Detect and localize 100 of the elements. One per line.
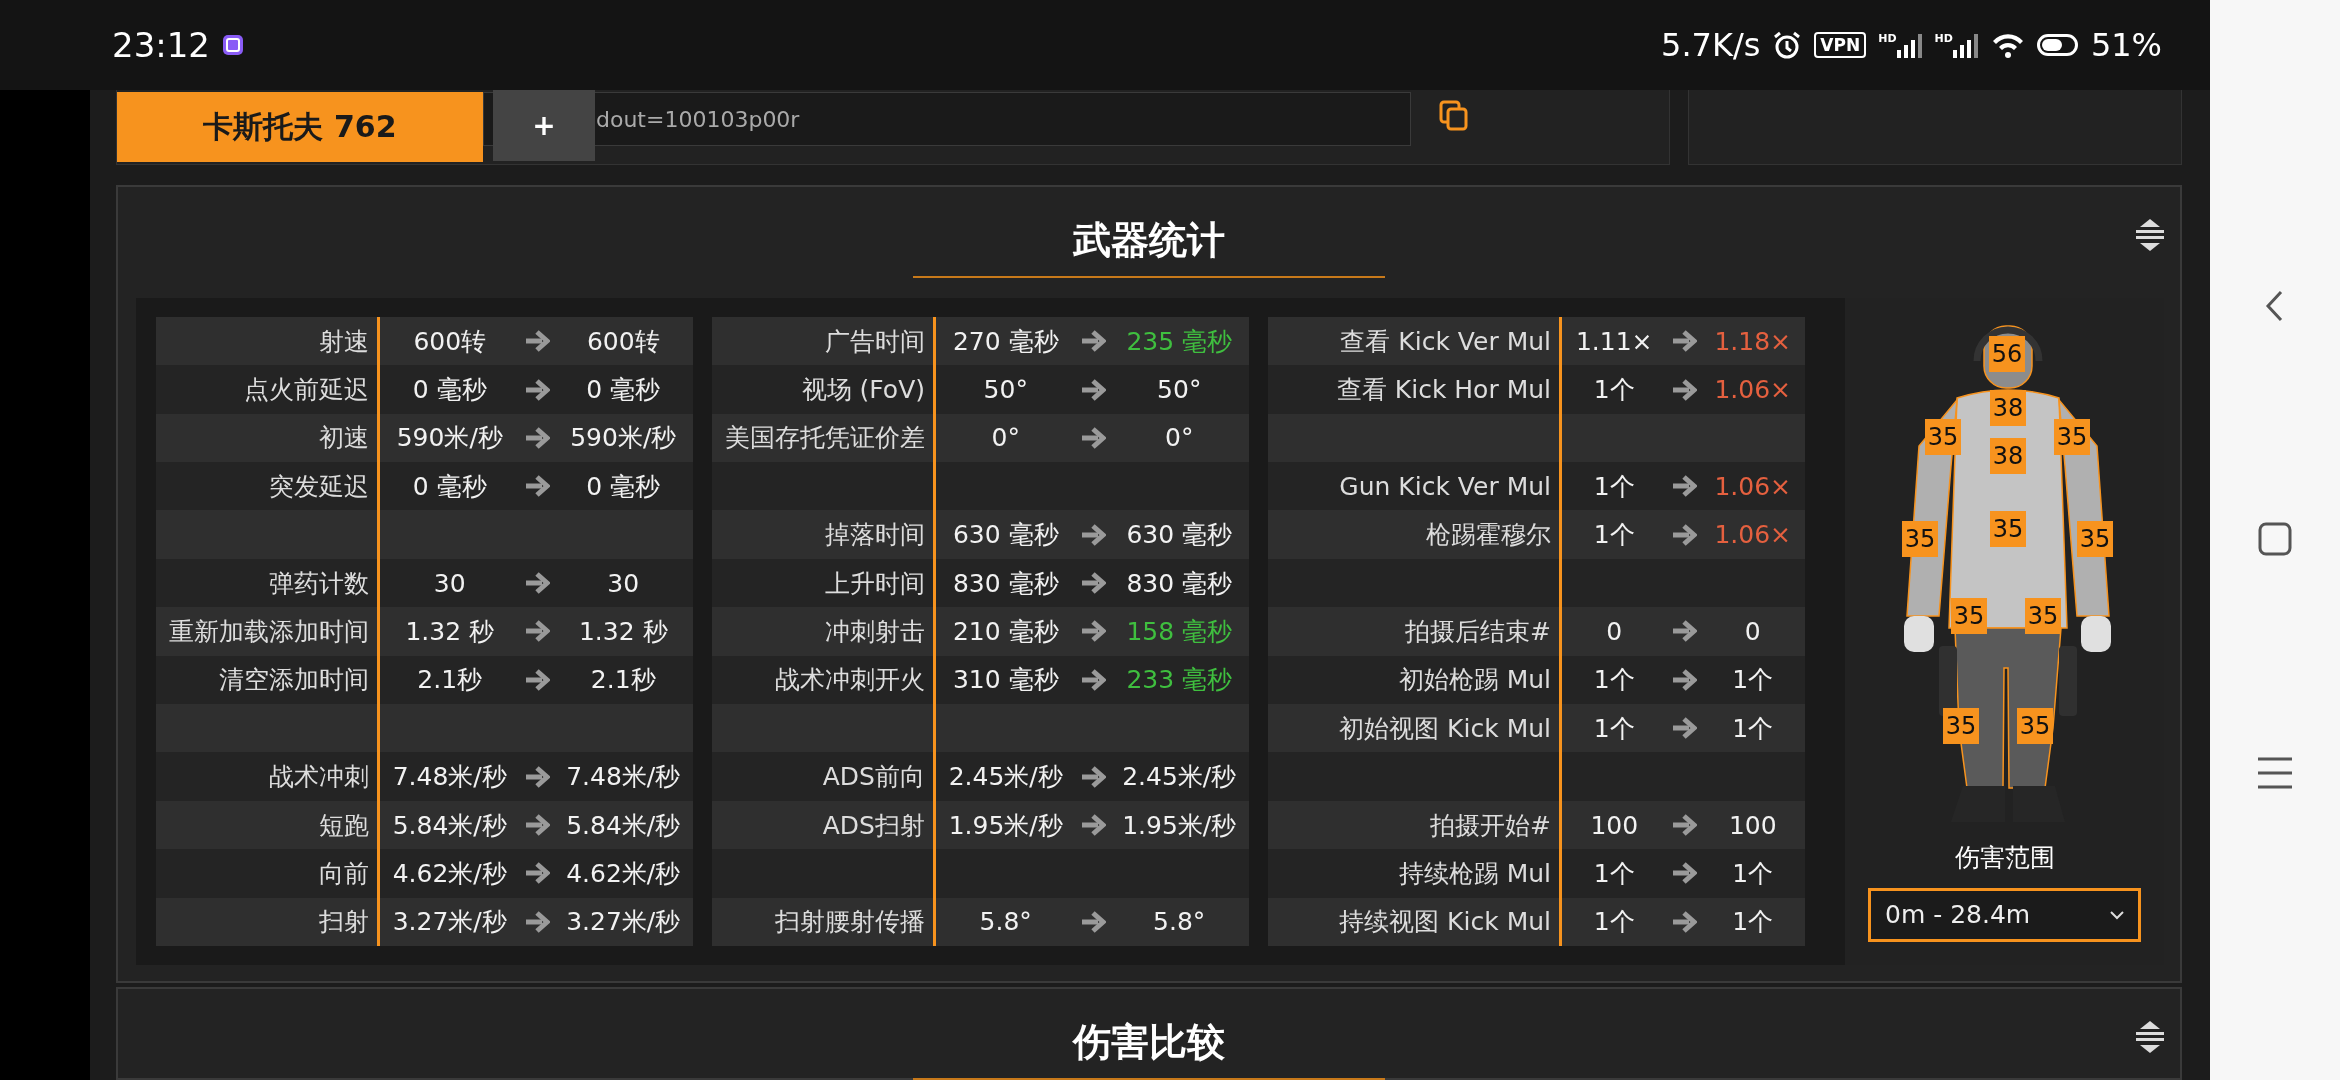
damage-value: 38 — [1990, 389, 2026, 426]
stat-value: 1个 — [1592, 906, 1636, 939]
damage-value: 35 — [2025, 597, 2061, 634]
copy-icon[interactable] — [1439, 100, 1469, 132]
damage-value: 35 — [1925, 418, 1961, 455]
damage-value: 35 — [1943, 707, 1979, 744]
signal-icon — [1896, 32, 1923, 58]
signal-icon — [1952, 32, 1979, 58]
stat-value: 600转 — [585, 325, 661, 358]
chevron-down-icon — [2110, 909, 2124, 920]
stat-value: 235 毫秒 — [1125, 325, 1234, 358]
stat-value: 2.1秒 — [416, 664, 484, 697]
stat-value: 4.62米/秒 — [565, 857, 682, 890]
stat-value: 0° — [1164, 423, 1195, 453]
stat-value: 2.45米/秒 — [947, 761, 1064, 794]
damage-value: 35 — [2054, 418, 2090, 455]
add-button[interactable]: + — [493, 90, 595, 161]
stat-value: 5.84米/秒 — [391, 809, 508, 842]
stat-value: 1个 — [1592, 664, 1636, 697]
range-caption: 伤害范围 — [1954, 841, 2055, 874]
damage-value: 35 — [2077, 520, 2113, 557]
hd-label: HD — [1934, 32, 1953, 45]
alarm-icon — [1772, 30, 1803, 60]
stat-value: 50° — [1156, 375, 1203, 404]
stat-value: 600转 — [412, 325, 488, 358]
network-speed: 5.7K/s — [1661, 26, 1761, 64]
stat-value: 1个 — [1592, 470, 1636, 503]
stat-value: 30 — [432, 568, 467, 598]
hd-label: HD — [1878, 32, 1897, 45]
collapse-icon[interactable] — [2136, 1021, 2164, 1053]
damage-value: 35 — [1902, 520, 1938, 557]
stat-value: 1个 — [1592, 374, 1636, 406]
stat-value: 100 — [1589, 810, 1640, 840]
stat-value: 158 毫秒 — [1125, 615, 1234, 648]
stat-value: 830 毫秒 — [1125, 567, 1234, 600]
stat-value: 1.95米/秒 — [947, 809, 1064, 842]
stat-value: 1.32 秒 — [404, 615, 496, 648]
weapon-button[interactable]: 卡斯托夫 762 — [117, 92, 483, 162]
stat-value: 1个 — [1731, 857, 1775, 890]
range-dropdown[interactable]: 0m - 28.4m — [1868, 887, 2141, 942]
battery-percent: 51% — [2090, 26, 2162, 64]
stat-value: 1.11× — [1574, 326, 1654, 356]
stat-value: 233 毫秒 — [1125, 664, 1234, 697]
stat-label: 持续视图 Kick Mul — [1268, 897, 1562, 946]
stat-value: 590米/秒 — [395, 422, 504, 455]
back-icon[interactable] — [2265, 290, 2285, 322]
stat-value: 2.45米/秒 — [1121, 761, 1238, 794]
stat-value: 5.8° — [1152, 907, 1207, 937]
clock-time: 23:12 — [112, 25, 210, 65]
damage-value: 35 — [1951, 597, 1987, 634]
stat-value: 3.27米/秒 — [391, 906, 508, 939]
stat-value: 1个 — [1731, 906, 1775, 939]
stat-value: 30 — [606, 568, 641, 598]
stat-value: 1个 — [1731, 664, 1775, 697]
stat-value: 630 毫秒 — [1125, 519, 1234, 552]
stat-value: 0 毫秒 — [585, 470, 662, 503]
home-square-icon[interactable] — [2258, 522, 2292, 556]
stat-value: 0 毫秒 — [411, 470, 488, 503]
damage-value: 35 — [1990, 510, 2026, 547]
stat-value: 310 毫秒 — [951, 664, 1060, 697]
stat-value: 0° — [990, 423, 1021, 453]
stat-value: 590米/秒 — [569, 422, 678, 455]
stat-value: 270 毫秒 — [951, 325, 1060, 358]
damage-value: 35 — [2017, 707, 2053, 744]
stat-value: 0 — [1605, 616, 1624, 646]
stat-value: 2.1秒 — [589, 664, 657, 697]
stat-value: 7.48米/秒 — [391, 761, 508, 794]
stat-value: 1个 — [1592, 519, 1636, 552]
section-title: 伤害比较 — [913, 1017, 1385, 1080]
stat-value: 1.06× — [1713, 375, 1793, 404]
stat-value: 630 毫秒 — [951, 519, 1060, 552]
stat-value: 5.84米/秒 — [565, 809, 682, 842]
stat-value: 4.62米/秒 — [391, 857, 508, 890]
stat-value: 7.48米/秒 — [565, 761, 682, 794]
vpn-badge: VPN — [1814, 32, 1867, 58]
stat-value: 1.18× — [1713, 326, 1793, 356]
damage-value: 38 — [1990, 437, 2026, 474]
stat-value: 1个 — [1731, 712, 1775, 745]
stat-value: 1.32 秒 — [577, 615, 669, 648]
section-title: 武器统计 — [913, 215, 1385, 278]
app-notification-icon — [222, 34, 244, 56]
stat-value: 3.27米/秒 — [565, 906, 682, 939]
stat-value: 1个 — [1592, 857, 1636, 890]
stat-value: 5.8° — [978, 907, 1033, 937]
stat-value: 1.95米/秒 — [1121, 809, 1238, 842]
stat-value: 100 — [1727, 810, 1778, 840]
stat-value: 0 毫秒 — [585, 374, 662, 406]
stat-value: 1个 — [1592, 712, 1636, 745]
stat-label: 扫射 — [156, 897, 380, 946]
stat-value: 0 毫秒 — [411, 374, 488, 406]
stat-value: 1.06× — [1713, 471, 1793, 501]
battery-icon — [2036, 34, 2079, 56]
menu-icon[interactable] — [2256, 756, 2294, 790]
stat-label: 扫射腰射传播 — [712, 897, 936, 946]
damage-value: 56 — [1989, 335, 2025, 372]
stat-value: 830 毫秒 — [951, 567, 1060, 600]
stat-value: 50° — [982, 375, 1029, 404]
collapse-icon[interactable] — [2136, 219, 2164, 251]
stat-value: 1.06× — [1713, 520, 1793, 550]
stat-value: 210 毫秒 — [951, 615, 1060, 648]
